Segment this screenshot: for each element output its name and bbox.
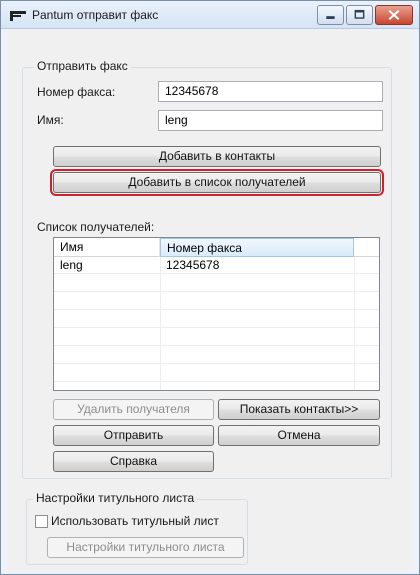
name-label: Имя: — [37, 113, 64, 127]
empty-table-row — [54, 347, 379, 364]
recipients-list[interactable]: Имя Номер факса leng 12345678 — [53, 237, 380, 391]
name-field[interactable]: leng — [158, 110, 383, 131]
title-bar[interactable]: Pantum отправит факс — [1, 1, 419, 29]
window-title: Pantum отправит факс — [32, 8, 159, 22]
empty-table-row — [54, 329, 379, 346]
maximize-button[interactable] — [346, 5, 373, 25]
fax-number-field[interactable]: 12345678 — [158, 81, 383, 102]
show-contacts-button[interactable]: Показать контакты>> — [218, 399, 380, 420]
recipients-list-header: Имя Номер факса — [54, 238, 379, 257]
pantum-app-icon — [10, 11, 26, 21]
minimize-button[interactable] — [317, 5, 344, 25]
empty-table-row — [54, 275, 379, 292]
use-cover-checkbox[interactable] — [35, 515, 48, 528]
empty-table-row — [54, 293, 379, 310]
cover-page-group-title: Настройки титульного листа — [33, 491, 198, 505]
add-to-contacts-button[interactable]: Добавить в контакты — [53, 146, 381, 167]
fax-window: Pantum отправит факс Отправить факс Номе… — [0, 0, 420, 575]
minimize-icon — [326, 16, 335, 19]
column-header-name[interactable]: Имя — [54, 238, 160, 257]
empty-table-row — [54, 365, 379, 382]
recipient-fax-cell: 12345678 — [166, 258, 220, 272]
recipients-list-label: Список получателей: — [37, 220, 155, 234]
use-cover-label[interactable]: Использовать титульный лист — [51, 514, 219, 528]
remove-recipient-button[interactable]: Удалить получателя — [53, 399, 214, 420]
cancel-button[interactable]: Отмена — [218, 425, 380, 446]
recipient-name-cell: leng — [60, 258, 83, 272]
column-header-fax-number[interactable]: Номер факса — [160, 238, 354, 257]
send-button[interactable]: Отправить — [53, 425, 214, 446]
close-icon — [388, 9, 400, 21]
fax-number-label: Номер факса: — [37, 85, 116, 99]
add-to-recipients-button[interactable]: Добавить в список получателей — [50, 169, 384, 196]
close-button[interactable] — [375, 5, 413, 25]
table-row[interactable]: leng 12345678 — [54, 257, 379, 274]
maximize-icon — [354, 9, 365, 19]
help-button[interactable]: Справка — [53, 451, 214, 472]
send-fax-group-title: Отправить факс — [34, 59, 131, 73]
cover-settings-button[interactable]: Настройки титульного листа — [47, 537, 244, 558]
dialog-client-area: Отправить факс Номер факса: 12345678 Имя… — [7, 30, 413, 570]
empty-table-row — [54, 311, 379, 328]
